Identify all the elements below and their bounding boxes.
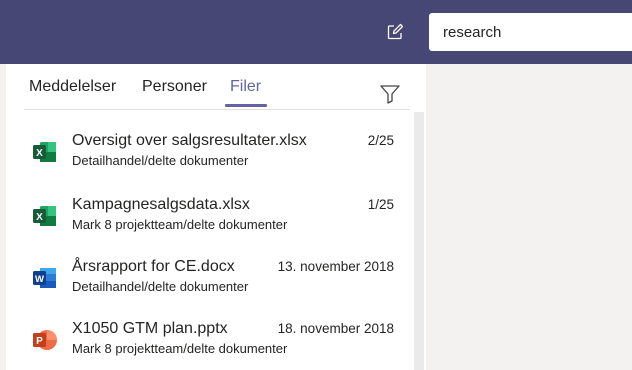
tab-personer[interactable]: Personer [142, 77, 207, 101]
filter-icon[interactable] [379, 83, 401, 105]
file-location: Mark 8 projektteam/delte dokumenter [72, 341, 288, 356]
file-location: Mark 8 projektteam/delte dokumenter [72, 217, 288, 232]
file-date: 2/25 [367, 133, 394, 148]
excel-file-icon: X [32, 141, 58, 163]
tabs-divider [24, 109, 410, 110]
file-date: 1/25 [367, 197, 394, 212]
file-location: Detailhandel/delte dokumenter [72, 153, 249, 168]
file-result-item[interactable]: W Årsrapport for CE.docx Detailhandel/de… [26, 257, 406, 305]
file-name: X1050 GTM plan.pptx [72, 320, 228, 337]
file-name: Kampagnesalgsdata.xlsx [72, 196, 250, 213]
excel-file-icon: X [32, 205, 58, 227]
svg-text:W: W [35, 274, 44, 285]
word-file-icon: W [32, 267, 58, 289]
content-pane [429, 64, 632, 370]
file-date: 18. november 2018 [277, 321, 394, 336]
scrollbar[interactable] [414, 112, 424, 370]
powerpoint-file-icon: P [32, 329, 58, 351]
top-bar [0, 0, 632, 64]
svg-text:X: X [36, 148, 43, 159]
file-result-item[interactable]: X Kampagnesalgsdata.xlsx Mark 8 projektt… [26, 195, 406, 243]
search-results-panel: Meddelelser Personer Filer X Oversigt ov… [6, 64, 426, 370]
svg-text:X: X [36, 212, 43, 223]
file-result-item[interactable]: P X1050 GTM plan.pptx Mark 8 projektteam… [26, 319, 406, 367]
file-name: Årsrapport for CE.docx [72, 258, 235, 275]
search-box[interactable] [429, 13, 632, 51]
file-result-item[interactable]: X Oversigt over salgsresultater.xlsx Det… [26, 131, 406, 179]
search-input[interactable] [429, 13, 629, 51]
file-date: 13. november 2018 [277, 259, 394, 274]
svg-text:P: P [36, 336, 43, 347]
file-name: Oversigt over salgsresultater.xlsx [72, 132, 307, 149]
file-location: Detailhandel/delte dokumenter [72, 279, 249, 294]
tab-meddelelser[interactable]: Meddelelser [29, 77, 116, 101]
tab-filer[interactable]: Filer [230, 77, 261, 101]
active-tab-indicator [225, 104, 267, 107]
compose-icon[interactable] [385, 22, 405, 42]
